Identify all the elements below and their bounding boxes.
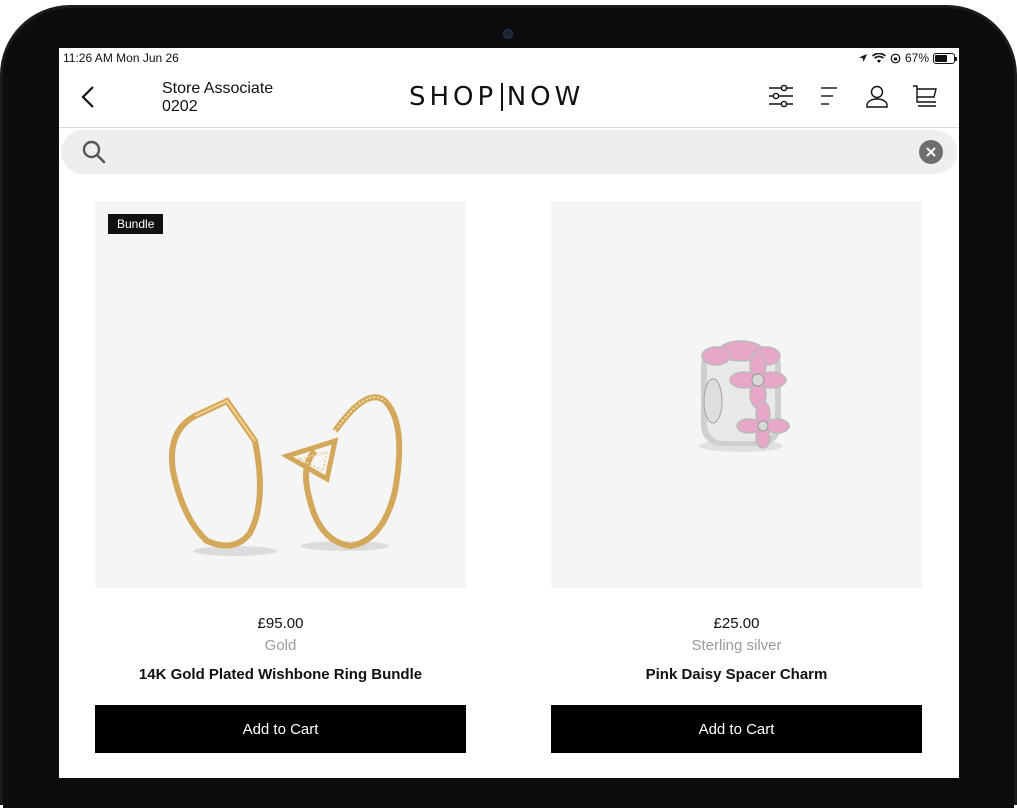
daisy-charm-image — [699, 340, 790, 452]
status-time: 11:26 AM Mon Jun 26 — [63, 51, 179, 65]
account-icon — [866, 85, 888, 108]
filter-button[interactable] — [767, 82, 795, 110]
camera-dot — [503, 29, 513, 39]
add-to-cart-button[interactable]: Add to Cart — [95, 705, 466, 753]
wifi-icon — [872, 52, 886, 63]
location-icon — [858, 54, 867, 62]
cart-icon — [913, 85, 937, 107]
product-card[interactable]: £25.00 Sterling silver Pink Daisy Spacer… — [551, 201, 922, 753]
product-image[interactable] — [551, 201, 922, 588]
product-card[interactable]: Bundle £95.00 Gold 14K Gold Plated Wishb… — [95, 201, 466, 753]
status-bar: 11:26 AM Mon Jun 26 67% — [59, 48, 959, 68]
product-material: Sterling silver — [691, 637, 782, 654]
account-button[interactable] — [863, 82, 891, 110]
lock-rotation-icon — [890, 53, 901, 63]
clear-search-button[interactable] — [919, 140, 943, 164]
product-name[interactable]: Pink Daisy Spacer Charm — [551, 666, 922, 683]
gold-rings-image — [169, 394, 403, 556]
logo-left: SHOP — [409, 82, 498, 112]
status-right: 67% — [858, 51, 957, 65]
cart-button[interactable] — [911, 82, 939, 110]
bundle-badge: Bundle — [108, 214, 164, 234]
battery-percent: 67% — [904, 51, 929, 65]
logo-divider — [501, 83, 503, 111]
header-actions — [767, 82, 939, 110]
store-number: 0202 — [162, 98, 198, 115]
menu-icon — [821, 87, 837, 105]
product-price: £25.00 — [713, 615, 760, 632]
chevron-left-icon — [81, 86, 94, 108]
product-price: £95.00 — [257, 615, 304, 632]
daisy-top — [701, 340, 781, 366]
logo-right: NOW — [506, 82, 585, 112]
product-name[interactable]: 14K Gold Plated Wishbone Ring Bundle — [95, 666, 466, 683]
app-screen: 11:26 AM Mon Jun 26 67% Store Associate … — [59, 48, 959, 778]
filter-icon — [769, 84, 793, 108]
shop-now-logo[interactable]: SHOP NOW — [409, 82, 584, 112]
product-material: Gold — [264, 637, 297, 654]
add-to-cart-button[interactable]: Add to Cart — [551, 705, 922, 753]
search-input[interactable] — [117, 136, 897, 168]
menu-button[interactable] — [815, 82, 843, 110]
store-role: Store Associate — [162, 80, 274, 97]
search-bar — [61, 130, 957, 174]
close-icon — [926, 147, 936, 157]
store-label: Store Associate 0202 — [162, 80, 273, 116]
top-nav: Store Associate 0202 SHOP NOW — [59, 68, 959, 128]
product-image[interactable]: Bundle — [95, 201, 466, 588]
search-icon — [82, 140, 106, 164]
battery-icon — [933, 52, 957, 64]
device-frame: 11:26 AM Mon Jun 26 67% Store Associate … — [0, 0, 1017, 808]
back-button[interactable] — [75, 82, 101, 112]
